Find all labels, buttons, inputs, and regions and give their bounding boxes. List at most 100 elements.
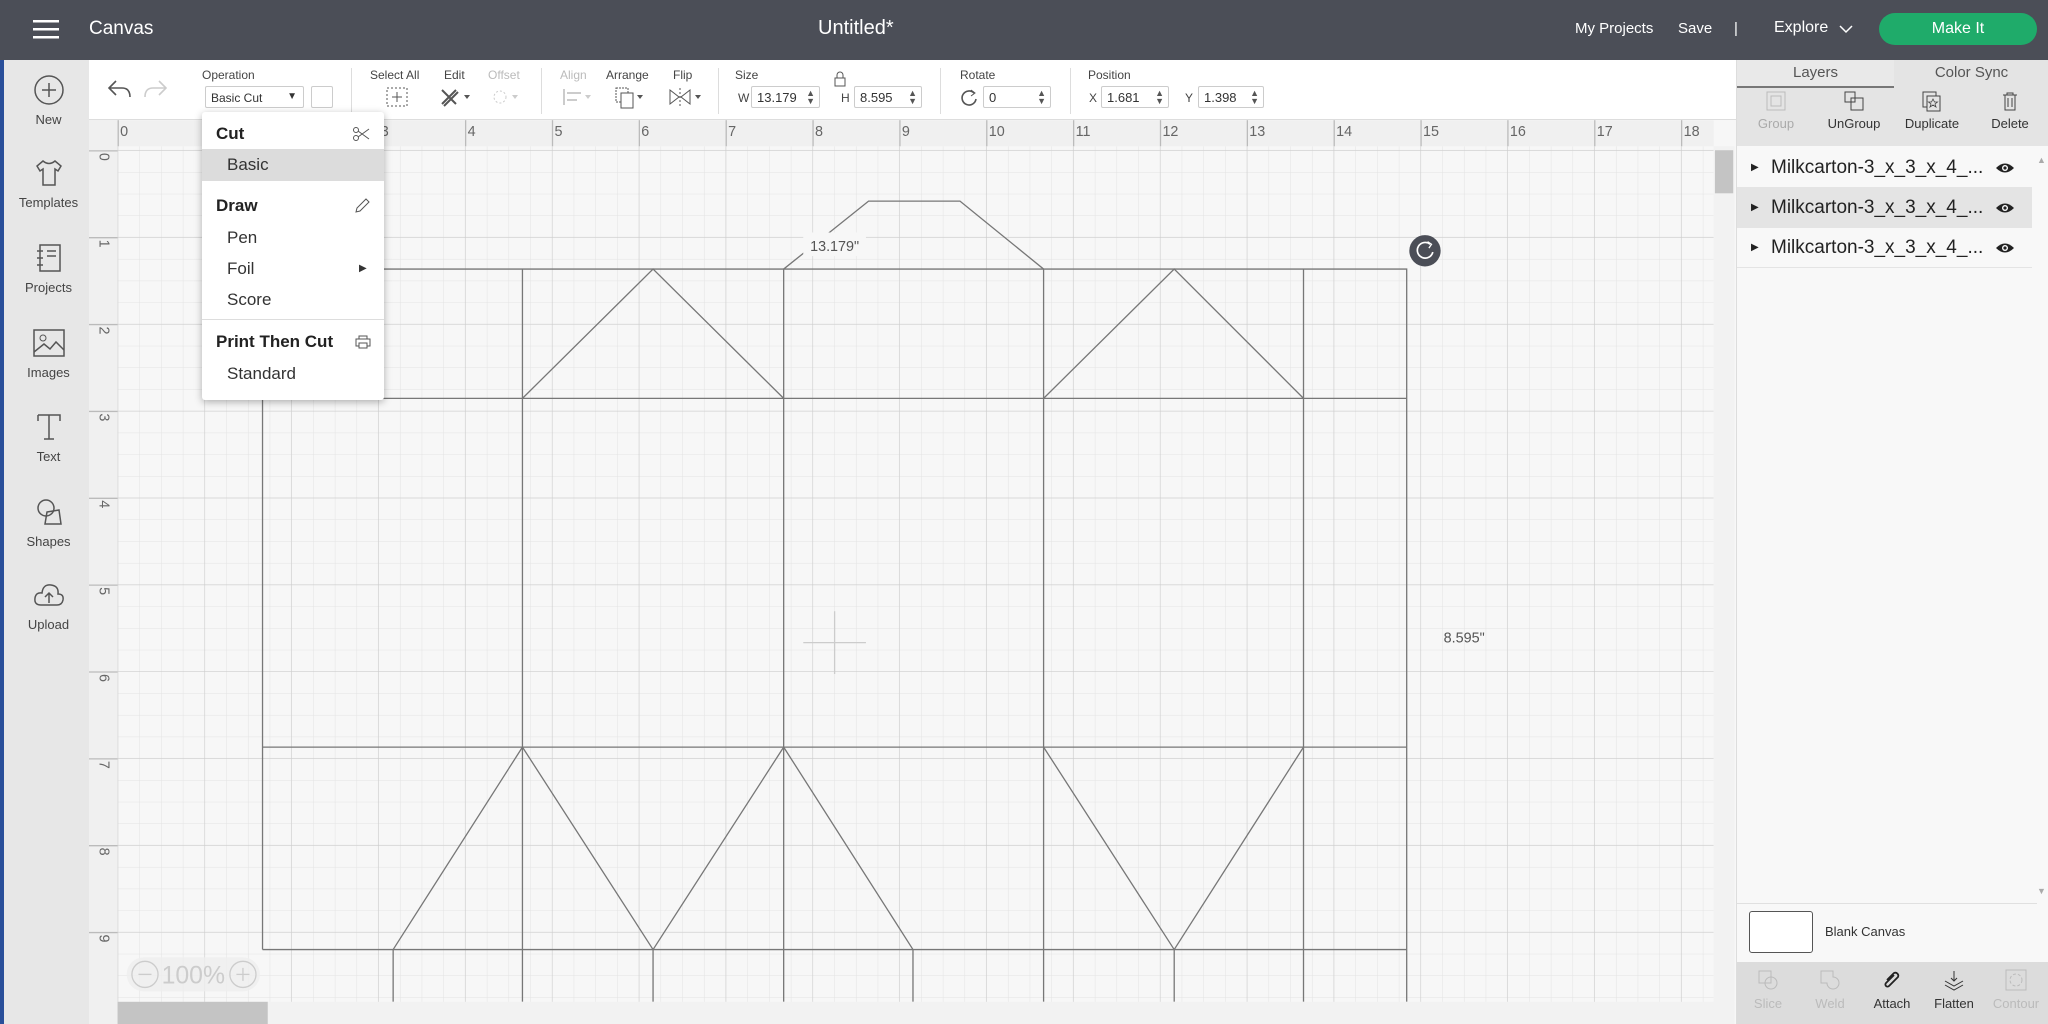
flip-icon[interactable]: [668, 86, 704, 108]
offset-label: Offset: [488, 68, 520, 82]
group-icon: [1766, 91, 1786, 111]
x-position-input[interactable]: 1.681 ▲ ▼: [1101, 86, 1169, 108]
document-title[interactable]: Untitled*: [818, 17, 894, 40]
expand-arrow-icon[interactable]: ▶: [1751, 148, 1759, 188]
duplicate-button[interactable]: Duplicate: [1893, 90, 1971, 131]
ungroup-button[interactable]: UnGroup: [1815, 90, 1893, 131]
undo-icon[interactable]: [106, 78, 132, 100]
menu-item-standard[interactable]: Standard: [202, 358, 384, 390]
slice-button[interactable]: Slice: [1737, 968, 1799, 1011]
stepper-icon[interactable]: ▲ ▼: [1250, 89, 1259, 106]
eye-icon[interactable]: [1995, 242, 2015, 254]
my-projects-link[interactable]: My Projects: [1575, 20, 1653, 37]
select-all-icon[interactable]: [385, 86, 409, 108]
rotate-handle-icon[interactable]: [1409, 235, 1441, 267]
lock-icon[interactable]: [833, 71, 847, 87]
menu-item-foil[interactable]: Foil ▶: [202, 253, 384, 285]
y-position-input[interactable]: 1.398 ▲ ▼: [1198, 86, 1264, 108]
vertical-ruler: [89, 120, 118, 1024]
expand-arrow-icon[interactable]: ▶: [1751, 188, 1759, 228]
stepper-icon[interactable]: ▲ ▼: [806, 89, 815, 106]
ruler-x-tick-label: 16: [1510, 124, 1526, 140]
sidebar-item-upload[interactable]: Upload: [4, 579, 93, 632]
plus-circle-icon: [33, 75, 64, 105]
slice-label: Slice: [1753, 996, 1783, 1011]
sidebar-item-label: Projects: [25, 280, 72, 295]
horizontal-scrollbar-thumb[interactable]: [117, 1001, 268, 1024]
arrange-icon[interactable]: [613, 86, 647, 110]
tab-layers[interactable]: Layers: [1737, 60, 1894, 88]
sidebar-item-label: Templates: [18, 195, 79, 210]
ruler-x-tick-label: 13: [1249, 124, 1265, 140]
height-input[interactable]: 8.595 ▲ ▼: [854, 86, 922, 108]
vertical-scrollbar[interactable]: [1713, 146, 1735, 1002]
sidebar-item-shapes[interactable]: Shapes: [4, 496, 93, 549]
sidebar-item-label: Text: [36, 449, 61, 464]
layer-row[interactable]: ▶ Milkcarton-3_x_3_x_4_...: [1737, 228, 2032, 268]
ungroup-icon: [1844, 91, 1864, 111]
sidebar-item-text[interactable]: Text: [4, 411, 93, 464]
ungroup-label: UnGroup: [1827, 116, 1881, 131]
scroll-down-icon[interactable]: ▼: [2037, 886, 2046, 896]
menu-item-pen[interactable]: Pen: [202, 222, 384, 254]
layer-row[interactable]: ▶ Milkcarton-3_x_3_x_4_...: [1737, 188, 2032, 228]
shirt-icon: [35, 160, 62, 186]
x-label: X: [1089, 91, 1098, 105]
ruler-y-tick-label: 3: [95, 413, 111, 421]
blank-canvas-swatch[interactable]: [1749, 911, 1813, 953]
eye-icon[interactable]: [1995, 162, 2015, 174]
horizontal-scrollbar[interactable]: [117, 1001, 1735, 1024]
make-it-button[interactable]: Make It: [1879, 13, 2037, 45]
sidebar-item-projects[interactable]: Projects: [4, 242, 93, 295]
menu-item-basic[interactable]: Basic: [202, 149, 384, 181]
redo-icon[interactable]: [143, 78, 169, 100]
chevron-down-icon[interactable]: [1838, 23, 1854, 35]
group-button[interactable]: Group: [1737, 90, 1815, 131]
operation-select[interactable]: Basic Cut ▼: [205, 86, 304, 108]
width-dimension-label: 13.179": [810, 239, 859, 255]
delete-button[interactable]: Delete: [1971, 90, 2048, 131]
menu-item-score[interactable]: Score: [202, 284, 384, 316]
ruler-y-tick-label: 7: [95, 761, 111, 769]
duplicate-label: Duplicate: [1904, 116, 1960, 131]
operation-label: Operation: [202, 68, 255, 82]
expand-arrow-icon[interactable]: ▶: [1751, 228, 1759, 268]
color-swatch[interactable]: [311, 86, 333, 108]
width-input[interactable]: 13.179 ▲ ▼: [751, 86, 820, 108]
rotate-value: 0: [989, 90, 997, 105]
eye-icon[interactable]: [1995, 202, 2015, 214]
flatten-button[interactable]: Flatten: [1923, 968, 1985, 1011]
cloud-upload-icon: [33, 584, 64, 606]
scroll-up-icon[interactable]: ▲: [2037, 155, 2046, 165]
ruler-x-tick-label: 15: [1423, 124, 1439, 140]
edit-tools-icon[interactable]: [439, 86, 473, 108]
delete-label: Delete: [1991, 116, 2029, 131]
save-button[interactable]: Save: [1678, 20, 1712, 37]
contour-label: Contour: [1992, 996, 2040, 1011]
rotate-label: Rotate: [960, 68, 996, 82]
layer-row[interactable]: ▶ Milkcarton-3_x_3_x_4_...: [1737, 148, 2032, 188]
sidebar-item-images[interactable]: Images: [4, 327, 93, 380]
flatten-icon: [1944, 971, 1964, 991]
ruler-y-tick-label: 1: [95, 240, 111, 248]
rotate-input[interactable]: 0 ▲ ▼: [983, 86, 1051, 108]
sidebar-item-new[interactable]: New: [4, 74, 93, 127]
attach-button[interactable]: Attach: [1861, 968, 1923, 1011]
tab-color-sync[interactable]: Color Sync: [1894, 60, 2048, 88]
explore-menu[interactable]: Explore: [1774, 19, 1828, 37]
bottom-actions-bar: Slice Weld Attach Flatten Contour: [1737, 962, 2048, 1024]
flatten-label: Flatten: [1934, 996, 1974, 1011]
stepper-icon[interactable]: ▲ ▼: [1155, 89, 1164, 106]
stepper-icon[interactable]: ▲ ▼: [1037, 89, 1046, 106]
menu-header-draw: Draw: [216, 196, 258, 215]
stepper-icon[interactable]: ▲ ▼: [908, 89, 917, 106]
sidebar-item-templates[interactable]: Templates: [4, 157, 93, 210]
height-label: H: [841, 91, 850, 105]
contour-button[interactable]: Contour: [1985, 968, 2047, 1011]
contour-icon: [2005, 969, 2027, 991]
weld-button[interactable]: Weld: [1799, 968, 1861, 1011]
layer-name: Milkcarton-3_x_3_x_4_...: [1771, 197, 1984, 218]
hamburger-icon[interactable]: [33, 19, 59, 39]
flip-label: Flip: [673, 68, 693, 82]
vertical-scrollbar-thumb[interactable]: [1714, 150, 1734, 194]
